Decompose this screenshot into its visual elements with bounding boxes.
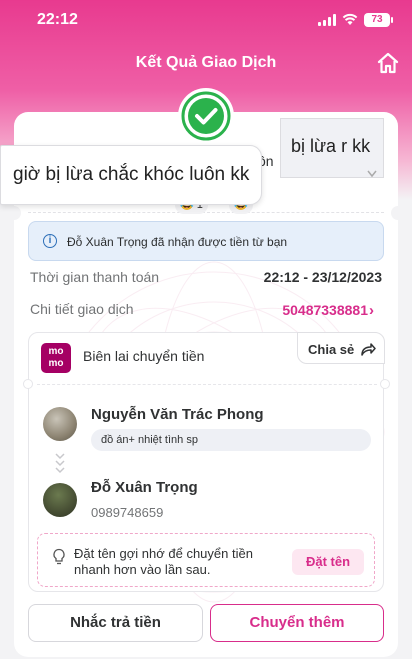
card-notch bbox=[7, 206, 21, 220]
receipt-notch bbox=[23, 379, 33, 389]
status-time: 22:12 bbox=[37, 11, 78, 28]
momo-logo: mo mo bbox=[41, 343, 71, 373]
receipt-title: Biên lai chuyển tiền bbox=[83, 348, 205, 364]
chat-bubble-right-text: bị lừa r kk bbox=[291, 136, 371, 156]
share-icon bbox=[361, 343, 376, 356]
receipt-card: mo mo Biên lai chuyển tiền Chia sẻ Nguyễ… bbox=[23, 332, 390, 592]
share-button-label: Chia sẻ bbox=[308, 342, 355, 357]
info-banner-text: Đỗ Xuân Trọng đã nhận được tiền từ bạn bbox=[67, 235, 288, 249]
transfer-memo: đồ án+ nhiệt tình sp bbox=[91, 429, 371, 451]
sender-avatar bbox=[43, 407, 77, 441]
receipt-notch bbox=[380, 379, 390, 389]
scroll-down-icon bbox=[367, 170, 377, 178]
transaction-detail-label: Chi tiết giao dịch bbox=[30, 301, 134, 317]
chat-bubble-left-text: giờ bị lừa chắc khóc luôn kk bbox=[13, 164, 250, 185]
receiver-phone: 0989748659 bbox=[91, 505, 164, 520]
chat-bubble-right: bị lừa r kk bbox=[280, 118, 384, 178]
signal-icon bbox=[318, 14, 336, 26]
lightbulb-icon bbox=[53, 548, 65, 565]
chat-bubble-left: giờ bị lừa chắc khóc luôn kk bbox=[0, 145, 262, 205]
battery-icon: 73 bbox=[364, 13, 393, 27]
nickname-suggestion: Đặt tên gợi nhớ để chuyển tiền nhanh hơn… bbox=[37, 533, 375, 587]
nickname-hint-text: Đặt tên gợi nhớ để chuyển tiền nhanh hơn… bbox=[74, 546, 253, 577]
transaction-id-link[interactable]: 50487338881 bbox=[282, 302, 368, 318]
transfer-more-button[interactable]: Chuyển thêm bbox=[210, 604, 384, 642]
divider bbox=[28, 212, 384, 213]
card-notch bbox=[391, 206, 405, 220]
chevron-right-icon[interactable]: › bbox=[369, 302, 374, 319]
info-banner: i Đỗ Xuân Trọng đã nhận được tiền từ bạn bbox=[28, 221, 384, 261]
divider bbox=[37, 384, 377, 385]
info-icon: i bbox=[43, 234, 57, 248]
receiver-name: Đỗ Xuân Trọng bbox=[91, 479, 198, 496]
share-button[interactable]: Chia sẻ bbox=[297, 332, 385, 364]
set-nickname-button[interactable]: Đặt tên bbox=[292, 549, 364, 575]
status-bar: 22:12 73 bbox=[0, 8, 412, 32]
receiver-avatar bbox=[43, 483, 77, 517]
payment-time-label: Thời gian thanh toán bbox=[30, 269, 160, 285]
wifi-icon bbox=[342, 13, 358, 25]
remind-payment-button[interactable]: Nhắc trả tiền bbox=[28, 604, 203, 642]
payment-time-value: 22:12 - 23/12/2023 bbox=[263, 269, 382, 285]
page-title: Kết Quả Giao Dịch bbox=[135, 54, 277, 71]
home-icon[interactable] bbox=[376, 52, 400, 74]
chevron-down-icon bbox=[55, 453, 65, 474]
sender-name: Nguyễn Văn Trác Phong bbox=[91, 406, 264, 423]
success-check-icon bbox=[178, 88, 234, 144]
